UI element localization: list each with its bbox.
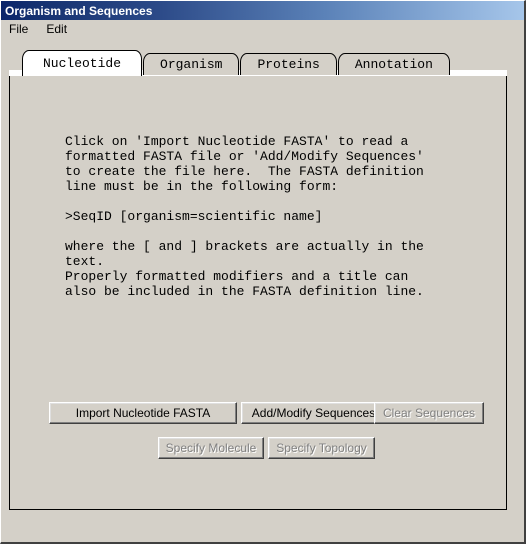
clear-sequences-button: Clear Sequences	[374, 402, 484, 424]
specify-molecule-button: Specify Molecule	[158, 437, 264, 459]
menu-item-edit[interactable]: Edit	[44, 21, 74, 37]
title-bar: Organism and Sequences	[1, 1, 524, 20]
add-modify-sequences-button[interactable]: Add/Modify Sequences	[241, 402, 386, 424]
tab-nucleotide-label: Nucleotide	[43, 56, 122, 71]
specify-topology-button: Specify Topology	[268, 437, 375, 459]
tab-proteins-label: Proteins	[257, 57, 320, 72]
tab-area: Nucleotide Organism Proteins Annotation …	[1, 38, 524, 542]
add-modify-sequences-label: Add/Modify Sequences	[251, 406, 376, 420]
tab-proteins[interactable]: Proteins	[240, 53, 337, 75]
tab-organism-label: Organism	[160, 57, 223, 72]
window-title: Organism and Sequences	[5, 3, 153, 18]
tab-annotation-label: Annotation	[354, 57, 433, 72]
tab-annotation[interactable]: Annotation	[337, 53, 450, 75]
tab-organism[interactable]: Organism	[143, 53, 240, 75]
specify-topology-label: Specify Topology	[276, 441, 367, 455]
tab-strip: Nucleotide Organism Proteins Annotation	[22, 49, 451, 76]
tab-nucleotide[interactable]: Nucleotide	[22, 50, 143, 76]
menu-item-file[interactable]: File	[7, 21, 35, 37]
import-nucleotide-fasta-label: Import Nucleotide FASTA	[75, 406, 211, 420]
instructions-text: Click on 'Import Nucleotide FASTA' to re…	[65, 134, 424, 299]
import-nucleotide-fasta-button[interactable]: Import Nucleotide FASTA	[49, 402, 237, 424]
menu-bar: File Edit	[1, 20, 524, 38]
specify-molecule-label: Specify Molecule	[165, 441, 257, 455]
clear-sequences-label: Clear Sequences	[382, 406, 476, 420]
application-window: Organism and Sequences File Edit Nucleot…	[0, 0, 526, 544]
